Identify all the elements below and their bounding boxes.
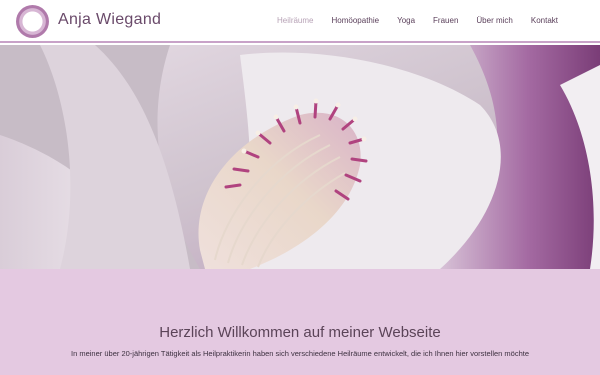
welcome-title: Herzlich Willkommen auf meiner Webseite [159,324,441,341]
brand-name[interactable]: Anja Wiegand [58,11,161,29]
nav-item-ueber-mich[interactable]: Über mich [476,16,512,25]
nav-item-kontakt[interactable]: Kontakt [531,16,558,25]
site-header: Anja Wiegand Heilräume Homöopathie Yoga … [0,0,600,43]
nav-item-homoeopathie[interactable]: Homöopathie [332,16,380,25]
nav-item-heilraeume[interactable]: Heilräume [277,16,313,25]
ring-logo-icon[interactable] [16,5,49,38]
welcome-text: In meiner über 20-jährigen Tätigkeit als… [71,349,530,358]
nav-item-yoga[interactable]: Yoga [397,16,415,25]
welcome-section: Herzlich Willkommen auf meiner Webseite … [0,269,600,375]
magnolia-blossom-photo [0,45,600,269]
hero-image [0,45,600,269]
main-nav: Heilräume Homöopathie Yoga Frauen Über m… [259,16,558,25]
nav-item-frauen[interactable]: Frauen [433,16,458,25]
